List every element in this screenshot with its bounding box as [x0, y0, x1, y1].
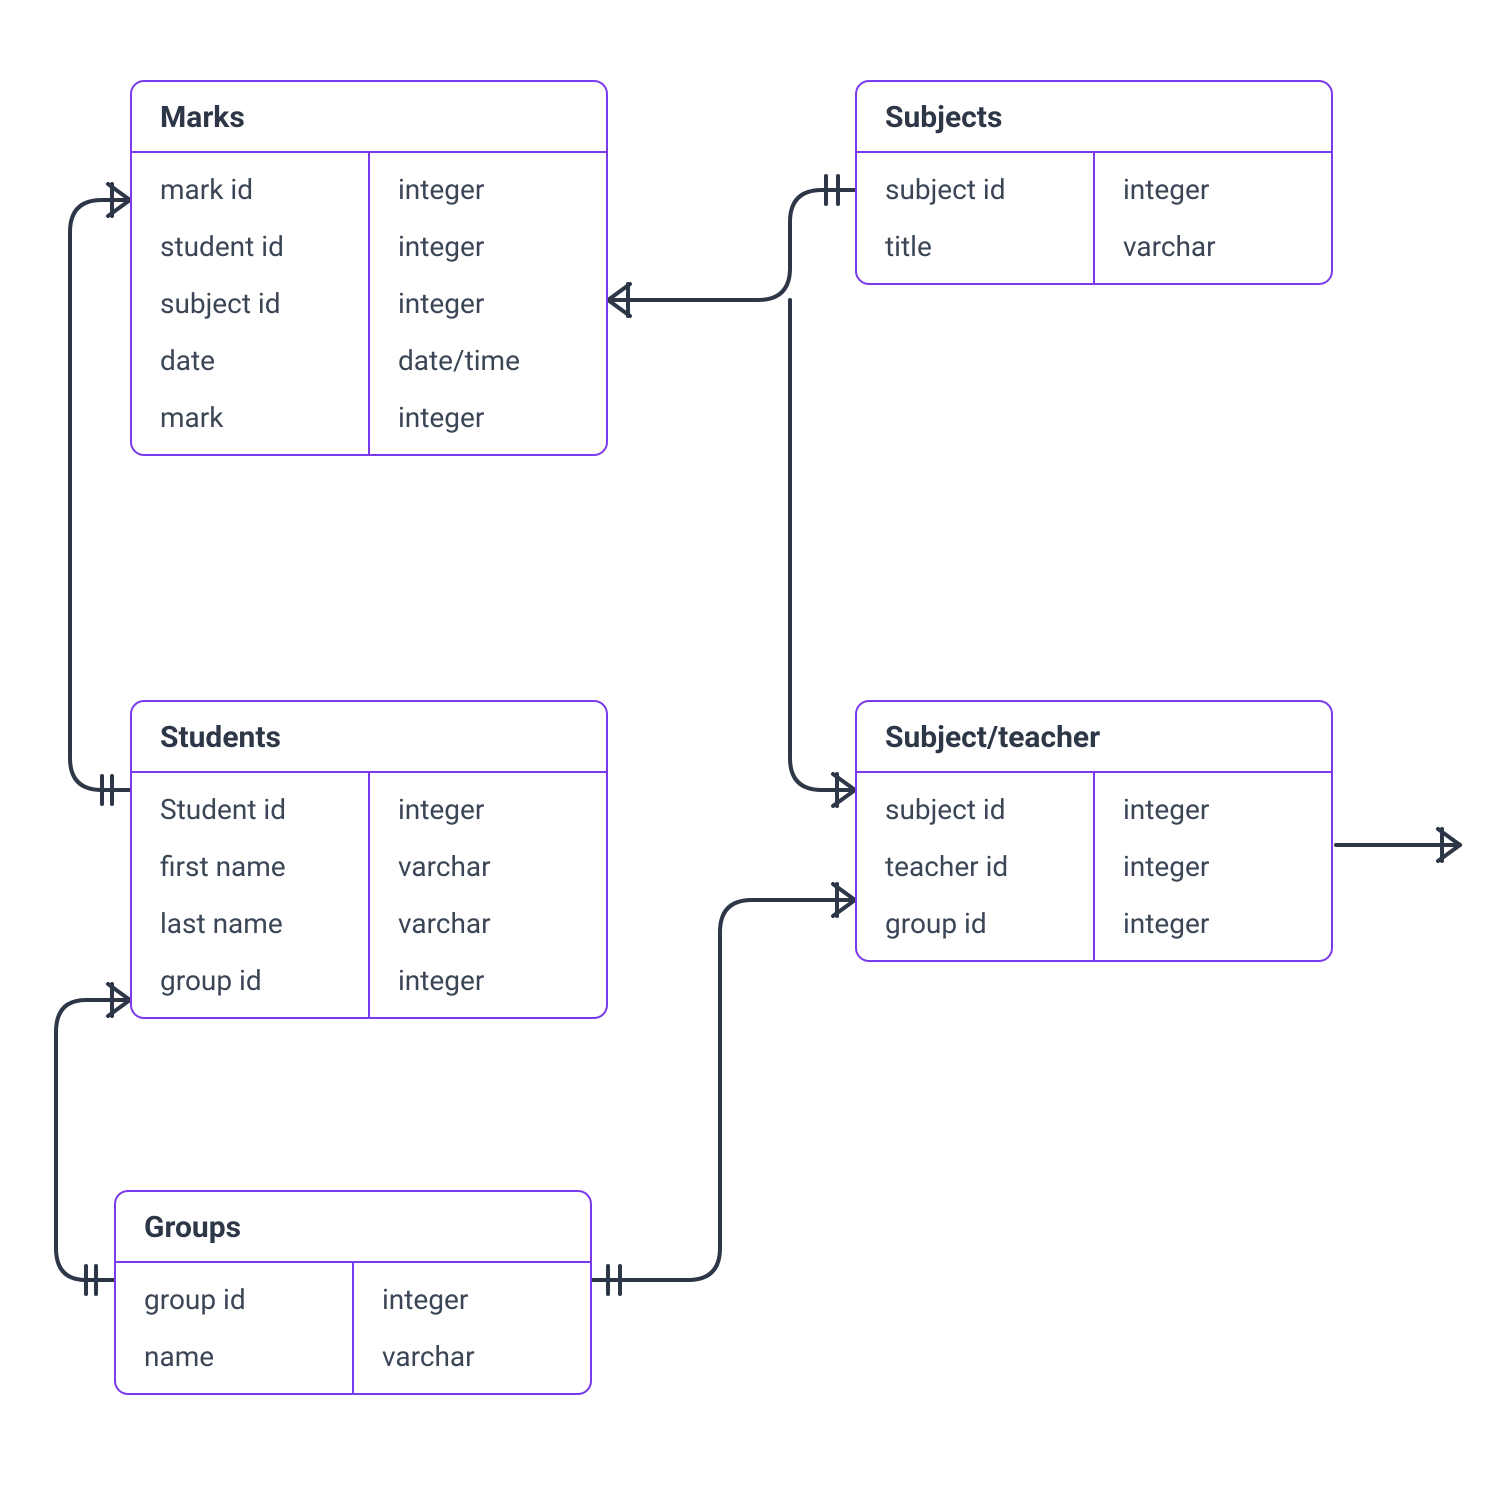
field-type: integer	[1095, 161, 1331, 218]
field-name: date	[132, 332, 368, 389]
field-type: varchar	[1095, 218, 1331, 275]
entity-title: Students	[132, 702, 606, 773]
field-type: varchar	[370, 895, 606, 952]
field-name: subject id	[857, 781, 1093, 838]
field-type: integer	[370, 952, 606, 1009]
field-name: mark id	[132, 161, 368, 218]
field-name: teacher id	[857, 838, 1093, 895]
field-type: integer	[1095, 895, 1331, 952]
entity-groups: Groups group id name integer varchar	[114, 1190, 592, 1395]
field-type: integer	[370, 275, 606, 332]
field-type: integer	[354, 1271, 590, 1328]
field-name: mark	[132, 389, 368, 446]
entity-title: Groups	[116, 1192, 590, 1263]
field-name: group id	[116, 1271, 352, 1328]
entity-title: Marks	[132, 82, 606, 153]
field-type: integer	[370, 389, 606, 446]
entity-title: Subjects	[857, 82, 1331, 153]
field-type: integer	[370, 218, 606, 275]
rel-students-marks	[70, 200, 130, 790]
entity-subject-teacher: Subject/teacher subject id teacher id gr…	[855, 700, 1333, 962]
field-name: Student id	[132, 781, 368, 838]
field-type: integer	[370, 161, 606, 218]
field-type: integer	[370, 781, 606, 838]
field-type: integer	[1095, 838, 1331, 895]
field-name: group id	[857, 895, 1093, 952]
field-name: name	[116, 1328, 352, 1385]
rel-subjects-subjectteacher	[790, 300, 855, 790]
field-name: first name	[132, 838, 368, 895]
field-name: group id	[132, 952, 368, 1009]
field-name: subject id	[857, 161, 1093, 218]
field-type: varchar	[370, 838, 606, 895]
rel-subjects-marks	[608, 190, 855, 300]
field-type: integer	[1095, 781, 1331, 838]
rel-groups-subjectteacher	[592, 900, 855, 1280]
entity-students: Students Student id first name last name…	[130, 700, 608, 1019]
entity-marks: Marks mark id student id subject id date…	[130, 80, 608, 456]
field-type: date/time	[370, 332, 606, 389]
field-name: subject id	[132, 275, 368, 332]
entity-title: Subject/teacher	[857, 702, 1331, 773]
field-name: title	[857, 218, 1093, 275]
field-type: varchar	[354, 1328, 590, 1385]
entity-subjects: Subjects subject id title integer varcha…	[855, 80, 1333, 285]
field-name: student id	[132, 218, 368, 275]
er-diagram-canvas: Marks mark id student id subject id date…	[0, 0, 1500, 1500]
field-name: last name	[132, 895, 368, 952]
